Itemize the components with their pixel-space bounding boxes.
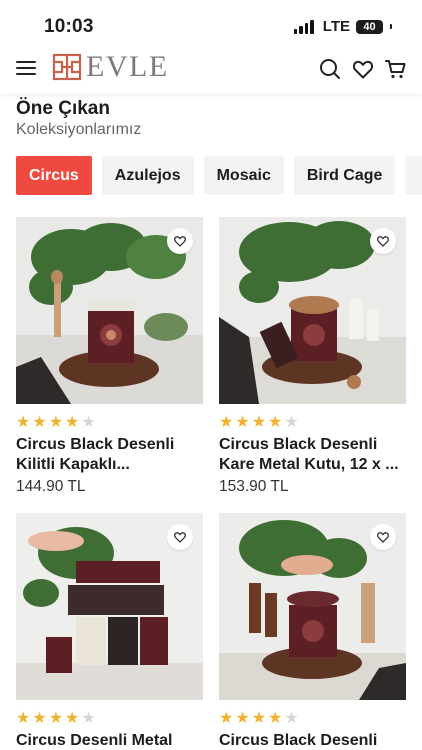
status-time: 10:03 bbox=[44, 16, 94, 37]
star-icon: ★ bbox=[16, 710, 31, 727]
product-name-line: Circus Black Desenli bbox=[219, 436, 378, 453]
category-tabs: Circus Azulejos Mosaic Bird Cage bbox=[16, 156, 422, 195]
status-indicators: LTE 40 bbox=[293, 18, 392, 35]
product-card[interactable]: ★ ★ ★ ★ ★ Circus Black Desenli bbox=[219, 513, 406, 749]
tab-azulejos[interactable]: Azulejos bbox=[101, 156, 194, 195]
product-card[interactable]: ★ ★ ★ ★ ★ Circus Black Desenli Kilitli Kapak… bbox=[16, 217, 203, 495]
logo-mark-icon bbox=[52, 53, 82, 81]
favorite-button[interactable] bbox=[370, 524, 396, 550]
rating-stars: ★ ★ ★ ★ ★ bbox=[16, 415, 96, 431]
network-type: LTE bbox=[322, 18, 350, 35]
cart-icon[interactable] bbox=[384, 57, 408, 81]
favorite-button[interactable] bbox=[167, 228, 193, 254]
logo-text: EVLE bbox=[86, 50, 169, 83]
rating-stars: ★ ★ ★ ★ ★ bbox=[219, 711, 299, 727]
star-icon: ★ bbox=[81, 414, 96, 431]
star-icon: ★ bbox=[251, 710, 267, 727]
battery-cap bbox=[390, 24, 392, 29]
star-icon: ★ bbox=[268, 414, 283, 431]
star-icon: ★ bbox=[65, 710, 80, 727]
star-icon: ★ bbox=[81, 710, 96, 727]
battery-icon: 40 bbox=[356, 19, 383, 34]
tab-mosaic[interactable]: Mosaic bbox=[203, 156, 284, 195]
product-name[interactable]: Circus Black Desenli Kare Metal Kutu, 12… bbox=[219, 435, 406, 475]
star-icon: ★ bbox=[48, 710, 64, 727]
search-icon[interactable] bbox=[318, 57, 342, 81]
star-icon: ★ bbox=[65, 414, 80, 431]
heart-icon[interactable] bbox=[351, 57, 375, 81]
favorite-button[interactable] bbox=[370, 228, 396, 254]
heart-icon bbox=[174, 236, 186, 247]
product-card[interactable]: ★ ★ ★ ★ ★ Circus Desenli Metal bbox=[16, 513, 203, 749]
logo[interactable]: EVLE bbox=[52, 52, 169, 82]
tab-circus[interactable]: Circus bbox=[16, 156, 92, 195]
rating-stars: ★ ★ ★ ★ ★ bbox=[16, 711, 96, 727]
status-bar: 10:03 LTE 40 bbox=[0, 0, 422, 46]
star-icon: ★ bbox=[16, 414, 31, 431]
product-name-line: Circus Black Desenli bbox=[16, 436, 175, 453]
star-icon: ★ bbox=[284, 414, 299, 431]
star-icon: ★ bbox=[284, 710, 299, 727]
star-icon: ★ bbox=[235, 414, 250, 431]
product-price: 144.90 TL bbox=[16, 478, 86, 495]
product-image[interactable] bbox=[219, 217, 406, 404]
product-name[interactable]: Circus Black Desenli Kilitli Kapaklı... bbox=[16, 435, 203, 475]
favorite-button[interactable] bbox=[167, 524, 193, 550]
star-icon: ★ bbox=[219, 710, 234, 727]
product-image[interactable] bbox=[16, 217, 203, 404]
product-image[interactable] bbox=[219, 513, 406, 700]
rating-stars: ★ ★ ★ ★ ★ bbox=[219, 415, 299, 431]
star-icon: ★ bbox=[48, 414, 64, 431]
heart-icon bbox=[174, 532, 186, 543]
star-icon: ★ bbox=[32, 414, 47, 431]
battery-level: 40 bbox=[363, 20, 376, 33]
app-header: EVLE bbox=[0, 46, 422, 94]
section-subtitle: Koleksiyonlarımız bbox=[16, 121, 142, 138]
tab-more[interactable] bbox=[405, 156, 422, 195]
menu-icon[interactable] bbox=[16, 59, 38, 77]
product-name[interactable]: Circus Desenli Metal bbox=[16, 731, 203, 750]
product-price: 153.90 TL bbox=[219, 478, 289, 495]
star-icon: ★ bbox=[268, 710, 283, 727]
star-icon: ★ bbox=[219, 414, 234, 431]
product-name-line: Circus Desenli Metal bbox=[16, 732, 173, 749]
star-icon: ★ bbox=[251, 414, 267, 431]
tab-bird-cage[interactable]: Bird Cage bbox=[293, 156, 396, 195]
section-title: Öne Çıkan bbox=[16, 98, 110, 119]
product-image[interactable] bbox=[16, 513, 203, 700]
product-name-line: Circus Black Desenli bbox=[219, 732, 378, 749]
heart-icon bbox=[377, 532, 389, 543]
heart-icon bbox=[377, 236, 389, 247]
product-name-line: Kare Metal Kutu, 12 x ... bbox=[219, 456, 399, 473]
signal-icon bbox=[293, 19, 314, 34]
star-icon: ★ bbox=[235, 710, 250, 727]
product-name-line: Kilitli Kapaklı... bbox=[16, 456, 130, 473]
product-card[interactable]: ★ ★ ★ ★ ★ Circus Black Desenli Kare Metal Ku… bbox=[219, 217, 406, 495]
product-name[interactable]: Circus Black Desenli bbox=[219, 731, 406, 750]
star-icon: ★ bbox=[32, 710, 47, 727]
